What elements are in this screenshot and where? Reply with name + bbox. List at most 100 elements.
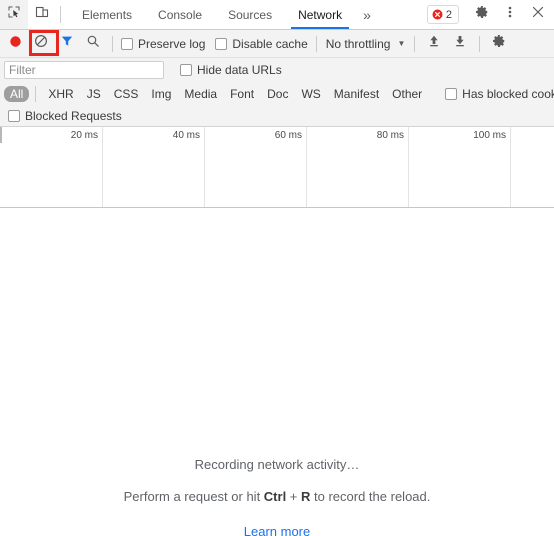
type-filter-media[interactable]: Media	[178, 86, 223, 102]
search-button[interactable]	[80, 32, 106, 56]
error-count-label: 2	[445, 8, 452, 21]
toolbar-divider-4	[479, 35, 481, 52]
blocked-requests-checkbox-box[interactable]	[8, 109, 20, 122]
overview-tick-line	[102, 127, 103, 207]
empty-state-line2: Perform a request or hit Ctrl + R to rec…	[0, 489, 554, 504]
panel-tabs: Elements Console Sources Network »	[65, 0, 427, 29]
overview-tick-line	[510, 127, 511, 207]
overview-tick-label-40ms: 40 ms	[172, 130, 200, 141]
clear-button[interactable]	[28, 32, 54, 56]
overview-tick-line	[204, 127, 205, 207]
empty-state-line1: Recording network activity…	[194, 457, 360, 472]
toolbar-divider-1	[112, 35, 113, 52]
devtools-tabbar: Elements Console Sources Network » 2	[0, 0, 554, 30]
devtools-settings-button[interactable]	[468, 5, 496, 24]
tab-console[interactable]: Console	[145, 0, 215, 29]
import-har-button[interactable]	[421, 32, 447, 56]
gear-icon	[475, 5, 489, 24]
blocked-requests-label: Blocked Requests	[25, 108, 122, 123]
tabbar-divider	[60, 6, 61, 23]
preserve-log-checkbox-box[interactable]	[121, 37, 133, 50]
throttling-value: No throttling	[325, 36, 391, 51]
disable-cache-checkbox-box[interactable]	[215, 37, 228, 50]
type-filter-img[interactable]: Img	[145, 86, 177, 102]
clear-prohibited-icon	[34, 34, 48, 53]
search-icon	[86, 34, 100, 53]
tab-elements-label: Elements	[82, 7, 133, 22]
inspect-element-button[interactable]	[0, 0, 28, 29]
blocked-requests-row: Blocked Requests	[0, 105, 554, 127]
upload-arrow-icon	[427, 34, 441, 53]
devtools-window: Elements Console Sources Network » 2 Pre…	[0, 0, 554, 536]
overview-tick-label-100ms: 100 ms	[473, 130, 506, 141]
tab-network-label: Network	[298, 7, 343, 22]
funnel-icon	[60, 34, 74, 53]
has-blocked-cookies-checkbox-box[interactable]	[445, 87, 458, 100]
overview-tick-label-20ms: 20 ms	[70, 130, 98, 141]
network-toolbar: Preserve log Disable cache No throttling…	[0, 30, 554, 58]
type-filter-js[interactable]: JS	[81, 86, 107, 102]
preserve-log-label: Preserve log	[138, 36, 206, 51]
device-toolbar-button[interactable]	[28, 0, 56, 29]
tab-elements[interactable]: Elements	[69, 0, 145, 29]
type-filter-ws[interactable]: WS	[295, 86, 326, 102]
tab-network[interactable]: Network	[285, 0, 355, 29]
has-blocked-cookies-label: Has blocked cookies	[462, 86, 554, 101]
record-button[interactable]	[2, 32, 28, 56]
overview-tick-line	[306, 127, 307, 207]
download-arrow-icon	[453, 34, 467, 53]
blocked-requests-checkbox[interactable]: Blocked Requests	[6, 109, 124, 123]
hide-data-urls-checkbox[interactable]: Hide data URLs	[178, 63, 284, 77]
resource-type-filter-row: All XHR JS CSS Img Media Font Doc WS Man…	[0, 82, 554, 105]
network-overview-timeline[interactable]: 20 ms 40 ms 60 ms 80 ms 100 ms	[0, 127, 554, 208]
disable-cache-checkbox[interactable]: Disable cache	[213, 37, 309, 51]
empty-state-line2-after: to record the reload.	[310, 489, 431, 504]
inspect-cursor-icon	[7, 5, 21, 24]
type-filter-font[interactable]: Font	[224, 86, 260, 102]
hide-data-urls-checkbox-box[interactable]	[180, 64, 192, 76]
preserve-log-checkbox[interactable]: Preserve log	[119, 37, 207, 51]
shortcut-plus: +	[286, 489, 302, 504]
type-filter-all[interactable]: All	[4, 85, 30, 102]
filter-toggle-button[interactable]	[54, 32, 80, 56]
record-circle-icon	[9, 35, 22, 53]
tab-sources-label: Sources	[228, 7, 273, 22]
network-settings-button[interactable]	[486, 32, 512, 56]
shortcut-key-ctrl: Ctrl	[263, 489, 287, 504]
shortcut-key-r: R	[301, 489, 311, 504]
has-blocked-cookies-checkbox[interactable]: Has blocked cookies	[443, 87, 554, 101]
overview-tick-label-60ms: 60 ms	[274, 130, 302, 141]
filter-input[interactable]	[4, 61, 164, 79]
more-tabs-icon: »	[363, 6, 371, 23]
throttling-dropdown[interactable]: No throttling ▼	[323, 37, 409, 51]
error-count-badge[interactable]: 2	[426, 5, 459, 24]
type-filter-manifest[interactable]: Manifest	[328, 86, 385, 102]
device-toolbar-icon	[35, 5, 49, 24]
export-har-button[interactable]	[447, 32, 473, 56]
tab-sources[interactable]: Sources	[215, 0, 285, 29]
kebab-menu-icon	[503, 5, 517, 24]
toolbar-divider-2	[315, 35, 317, 52]
type-filter-other[interactable]: Other	[386, 86, 428, 102]
gear-icon	[492, 34, 506, 53]
empty-state-message: Recording network activity… Perform a re…	[0, 457, 554, 536]
close-icon	[531, 5, 545, 24]
hide-data-urls-label: Hide data URLs	[197, 63, 282, 77]
more-tabs-button[interactable]: »	[355, 0, 379, 29]
error-circle-icon	[432, 9, 443, 20]
type-filter-doc[interactable]: Doc	[261, 86, 294, 102]
learn-more-link[interactable]: Learn more	[244, 524, 310, 536]
request-list-empty-pane: Recording network activity… Perform a re…	[0, 208, 554, 536]
overview-tick-label-80ms: 80 ms	[376, 130, 404, 141]
devtools-close-button[interactable]	[524, 5, 552, 24]
type-filter-css[interactable]: CSS	[108, 86, 145, 102]
tabbar-right-controls: 2	[426, 0, 554, 29]
devtools-more-options-button[interactable]	[496, 5, 524, 24]
type-filter-divider	[35, 85, 37, 102]
type-filter-xhr[interactable]: XHR	[42, 86, 79, 102]
disable-cache-label: Disable cache	[232, 36, 308, 51]
toolbar-divider-3	[414, 35, 416, 52]
overview-tick-line	[408, 127, 409, 207]
filter-row: Hide data URLs	[0, 58, 554, 82]
tab-console-label: Console	[158, 7, 203, 22]
